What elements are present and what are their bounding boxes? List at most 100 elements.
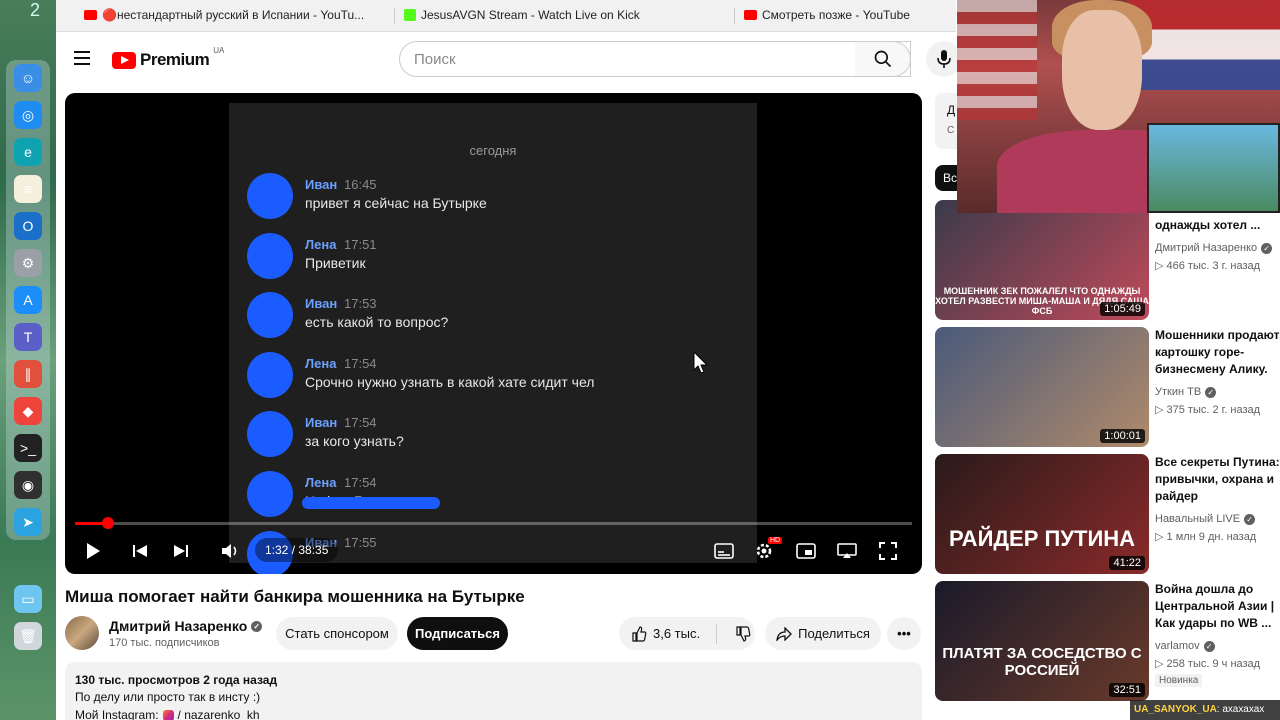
channel-row[interactable]: Дмитрий Назаренко ✓ bbox=[1155, 242, 1273, 254]
channel-name[interactable]: Уткин ТВ bbox=[1155, 386, 1201, 398]
browser-tab[interactable]: 🔴нестандартный русский в Испании - YouTu… bbox=[84, 8, 364, 22]
share-button[interactable]: Поделиться bbox=[765, 617, 881, 650]
channel-name[interactable]: varlamov bbox=[1155, 640, 1200, 652]
subtitles-button[interactable] bbox=[712, 539, 736, 563]
video-thumbnail[interactable]: МОШЕННИК ЗЕК ПОЖАЛЕЛ ЧТО ОДНАЖДЫ ХОТЕЛ Р… bbox=[935, 200, 1149, 320]
play-button[interactable] bbox=[81, 539, 105, 563]
instagram-link[interactable]: / nazarenko_kh bbox=[178, 708, 260, 720]
recommended-video[interactable]: МОШЕННИК ЗЕК ПОЖАЛЕЛ ЧТО ОДНАЖДЫ ХОТЕЛ Р… bbox=[935, 200, 1280, 320]
censored-avatar bbox=[247, 351, 293, 398]
youtube-premium-logo[interactable]: Premium UA bbox=[112, 46, 224, 70]
subscribe-button[interactable]: Подписаться bbox=[407, 617, 508, 650]
instagram-icon bbox=[162, 709, 174, 720]
settings-button[interactable]: HD bbox=[752, 537, 783, 563]
teams-icon[interactable]: T bbox=[14, 323, 42, 351]
streamer-face bbox=[1062, 10, 1142, 130]
description-box[interactable]: 130 тыс. просмотров 2 года назад По делу… bbox=[65, 662, 922, 720]
menu-icon[interactable] bbox=[74, 51, 90, 69]
video-meta: ▷ 258 тыс. 9 ч назад bbox=[1155, 658, 1261, 670]
sender-name: Иван bbox=[305, 177, 338, 192]
verified-icon: ✓ bbox=[1261, 242, 1273, 254]
chat-message: : ахахахах bbox=[1216, 704, 1265, 715]
notes-icon[interactable]: ≡ bbox=[14, 175, 42, 203]
safari-icon[interactable]: ◎ bbox=[14, 101, 42, 129]
new-badge: Новинка bbox=[1155, 674, 1203, 687]
progress-scrubber[interactable] bbox=[102, 517, 115, 529]
chat-message: Лена17:54Нефед Геннадьевич bbox=[229, 471, 757, 521]
next-button[interactable] bbox=[169, 539, 193, 563]
edge-icon[interactable]: e bbox=[14, 138, 42, 166]
search-input[interactable] bbox=[414, 42, 814, 76]
instagram-prefix: Мой Instagram: bbox=[75, 708, 159, 720]
telegram-icon[interactable]: ➤ bbox=[14, 508, 42, 536]
like-dislike-group: 3,6 тыс. bbox=[619, 617, 755, 650]
thumbnail-caption: ПЛАТЯТ ЗА СОСЕДСТВО С РОССИЕЙ bbox=[942, 645, 1142, 679]
video-thumbnail[interactable]: 1:00:01 bbox=[935, 327, 1149, 447]
recommended-video[interactable]: ПЛАТЯТ ЗА СОСЕДСТВО С РОССИЕЙ 32:51 Война … bbox=[935, 581, 1280, 701]
like-count[interactable]: 3,6 тыс. bbox=[653, 626, 700, 641]
anydesk-icon[interactable]: ◆ bbox=[14, 397, 42, 425]
video-title[interactable]: Война дошла до Центральной Азии | Как уд… bbox=[1155, 581, 1280, 632]
verified-icon: ✓ bbox=[1205, 386, 1217, 398]
youtube-favicon-icon bbox=[84, 10, 97, 20]
obs-icon[interactable]: ◉ bbox=[14, 471, 42, 499]
video-thumbnail[interactable]: РАЙДЕР ПУТИНА 41:22 bbox=[935, 454, 1149, 574]
video-thumbnail[interactable]: ПЛАТЯТ ЗА СОСЕДСТВО С РОССИЕЙ 32:51 bbox=[935, 581, 1149, 701]
youtube-logo-icon bbox=[112, 51, 136, 69]
terminal-icon[interactable]: >_ bbox=[14, 434, 42, 462]
video-meta: ▷ 466 тыс. 3 г. назад bbox=[1155, 260, 1261, 272]
play-icon bbox=[87, 543, 100, 559]
video-player[interactable]: сегодня Иван 16:45 привет я сейчас на Буты… bbox=[65, 93, 922, 574]
subscriber-count: 170 тыс. подписчиков bbox=[109, 637, 220, 649]
channel-name-row[interactable]: Дмитрий Назаренко ✓ bbox=[109, 618, 263, 634]
instagram-line: Мой Instagram: / nazarenko_kh bbox=[75, 708, 260, 720]
recommended-video[interactable]: РАЙДЕР ПУТИНА 41:22 Все секреты Путина: пр… bbox=[935, 454, 1280, 574]
share-icon bbox=[776, 626, 793, 641]
cast-button[interactable] bbox=[835, 539, 859, 563]
miniplayer-icon bbox=[796, 543, 816, 559]
region-code: UA bbox=[213, 45, 225, 55]
channel-name[interactable]: Навальный LIVE bbox=[1155, 513, 1240, 525]
progress-bar[interactable] bbox=[75, 517, 912, 529]
message-time: 17:54 bbox=[344, 415, 377, 431]
thumbs-down-icon[interactable] bbox=[735, 625, 751, 642]
channel-avatar[interactable] bbox=[65, 616, 99, 650]
previous-button[interactable] bbox=[128, 539, 152, 563]
trash-icon[interactable]: 🗑 bbox=[14, 622, 42, 650]
next-icon bbox=[174, 545, 188, 557]
thumbs-up-icon[interactable] bbox=[631, 625, 647, 642]
browser-tab[interactable]: JesusAVGN Stream - Watch Live on Kick bbox=[404, 8, 640, 22]
censor-bar bbox=[302, 497, 440, 509]
channel-row[interactable]: varlamov ✓ bbox=[1155, 640, 1215, 652]
miniplayer-button[interactable] bbox=[794, 539, 818, 563]
youtube-favicon-icon bbox=[744, 10, 757, 20]
fullscreen-button[interactable] bbox=[876, 539, 900, 563]
channel-row[interactable]: Навальный LIVE ✓ bbox=[1155, 513, 1256, 525]
recommended-video[interactable]: 1:00:01 Мошенники продают картошку горе-б… bbox=[935, 327, 1280, 447]
sender-name: Иван bbox=[305, 415, 338, 431]
volume-button[interactable] bbox=[219, 539, 243, 563]
app-store-icon[interactable]: A bbox=[14, 286, 42, 314]
channel-name[interactable]: Дмитрий Назаренко bbox=[1155, 242, 1257, 254]
video-title[interactable]: Все секреты Путина: привычки, охрана и р… bbox=[1155, 454, 1280, 505]
search-button[interactable] bbox=[855, 41, 911, 77]
share-label: Поделиться bbox=[798, 626, 870, 641]
folder-icon[interactable]: ▭ bbox=[14, 585, 42, 613]
more-actions-button[interactable]: ••• bbox=[887, 617, 921, 650]
message-time: 17:55 bbox=[344, 534, 377, 550]
browser-tab-bar: 🔴нестандартный русский в Испании - YouTu… bbox=[56, 0, 956, 32]
video-title[interactable]: Мошенники продают картошку горе-бизнесме… bbox=[1155, 327, 1280, 378]
system-settings-icon[interactable]: ⚙ bbox=[14, 249, 42, 277]
sponsor-button[interactable]: Стать спонсором bbox=[276, 617, 398, 650]
chat-username: UA_SANYOK_UA bbox=[1134, 704, 1217, 715]
channel-row[interactable]: Уткин ТВ ✓ bbox=[1155, 386, 1217, 398]
verified-icon: ✓ bbox=[1244, 513, 1256, 525]
browser-tab[interactable]: Смотреть позже - YouTube bbox=[744, 8, 910, 22]
channel-name[interactable]: Дмитрий Назаренко bbox=[109, 618, 247, 634]
finder-icon[interactable]: ☺ bbox=[14, 64, 42, 92]
sender-name: Лена bbox=[305, 236, 337, 252]
outlook-icon[interactable]: O bbox=[14, 212, 42, 240]
message-text: Срочно нужно узнать в какой хате сидит ч… bbox=[305, 373, 595, 390]
chat-message: Лена 17:51 Приветик bbox=[229, 232, 757, 283]
parallels-icon[interactable]: ∥ bbox=[14, 360, 42, 388]
